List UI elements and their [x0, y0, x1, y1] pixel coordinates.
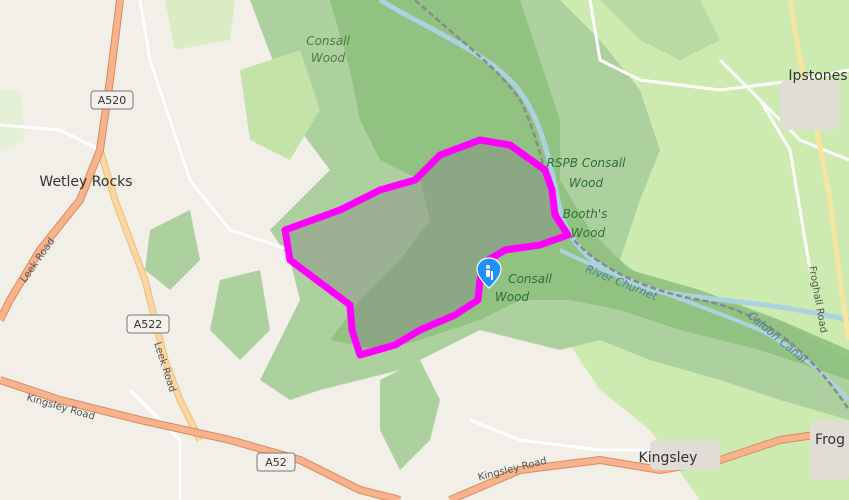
label-ipstones: Ipstones — [788, 68, 847, 84]
shield-a520-text: A520 — [98, 94, 127, 107]
label-booths-1: Booth's — [563, 207, 608, 221]
shield-a52-text: A52 — [265, 456, 287, 469]
shield-a520: A520 — [90, 90, 134, 110]
label-booths-2: Wood — [571, 226, 606, 240]
label-froghall: Frog — [815, 432, 845, 448]
shield-a522: A522 — [126, 314, 170, 334]
label-consall-wood-mid-1: Consall — [508, 272, 552, 286]
shield-a522-text: A522 — [134, 318, 163, 331]
map-view[interactable]: Consall Wood RSPB Consall Wood Booth's W… — [0, 0, 849, 500]
label-consall-wood-top-2: Wood — [311, 51, 346, 65]
label-kingsley: Kingsley — [639, 450, 698, 466]
label-rspb-2: Wood — [569, 176, 604, 190]
map-canvas[interactable]: Consall Wood RSPB Consall Wood Booth's W… — [0, 0, 849, 500]
label-wetley-rocks: Wetley Rocks — [39, 174, 132, 190]
label-consall-wood-top-1: Consall — [306, 34, 350, 48]
label-consall-wood-mid-2: Wood — [495, 290, 530, 304]
label-rspb-1: RSPB Consall — [547, 156, 627, 170]
shield-a52: A52 — [256, 452, 296, 472]
